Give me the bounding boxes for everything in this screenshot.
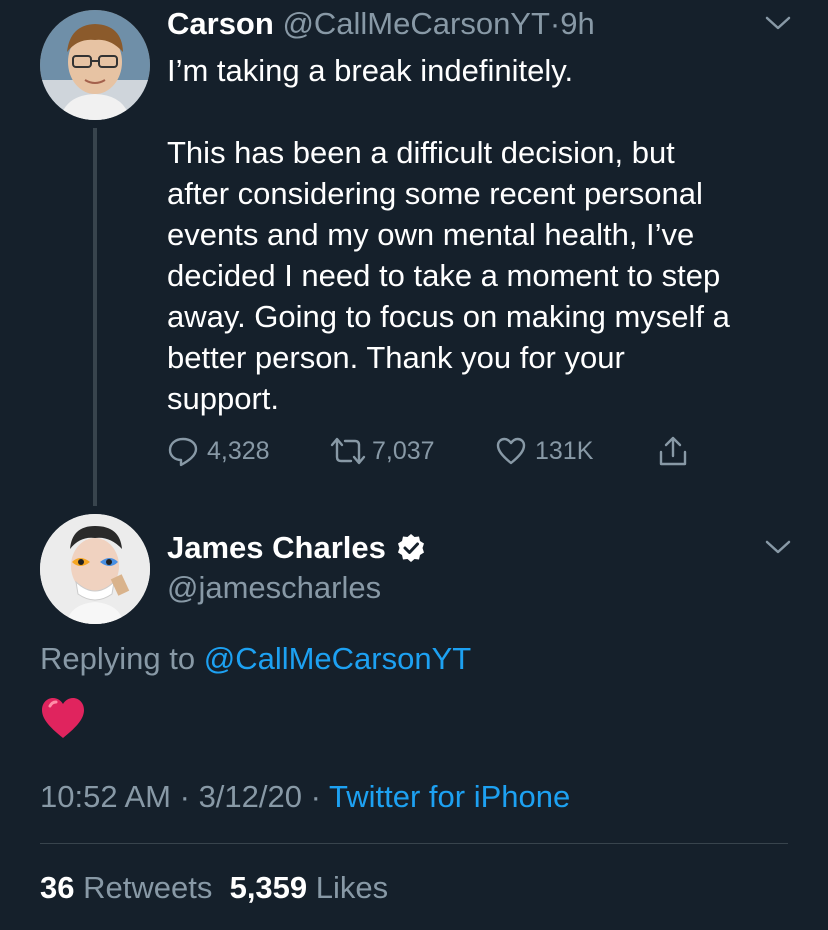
tweet2-stats: 36 Retweets 5,359 Likes [40,870,388,906]
tweet1-line: This has been a difficult decision, but [167,135,675,170]
tweet2-author-name-row: James Charles [167,530,426,566]
tweet1-header: Carson @CallMeCarsonYT·9h [167,6,595,42]
retweets-stat-count: 36 [40,870,75,905]
replying-to: Replying to @CallMeCarsonYT [40,641,471,677]
carson-avatar-image [40,10,150,120]
tweet1-line: after considering some recent personal [167,176,703,211]
share-icon [659,436,687,466]
tweet2-author-handle[interactable]: @jamescharles [167,570,381,606]
tweet1-text: I’m taking a break indefinitely. This ha… [167,50,807,419]
thread-connector-line [93,128,97,506]
tweet2-date: 3/12/20 [198,779,302,814]
tweet2-author-name[interactable]: James Charles [167,530,386,566]
jamescharles-avatar[interactable] [40,514,150,624]
tweet1-author-handle[interactable]: @CallMeCarsonYT [282,6,549,41]
tweet1-line: better person. Thank you for your [167,340,625,375]
tweet1-time[interactable]: 9h [560,6,594,41]
verified-badge-icon [397,534,424,562]
retweet-count: 7,037 [372,436,435,465]
likes-stat-count: 5,359 [229,870,308,905]
tweet1-line: I’m taking a break indefinitely. [167,53,574,88]
share-button[interactable] [656,434,690,468]
retweets-stat-label: Retweets [83,870,213,905]
tweet2-meta: 10:52 AM · 3/12/20 · Twitter for iPhone [40,779,570,815]
tweet1-line: decided I need to take a moment to step [167,258,721,293]
meta-separator: · [310,779,321,814]
retweet-button[interactable]: 7,037 [328,435,435,467]
retweets-stat[interactable]: 36 Retweets [40,870,212,905]
like-count: 131K [535,436,594,465]
reply-button[interactable]: 4,328 [167,435,270,467]
tweet2-text [40,696,86,745]
tweet1-author-name[interactable]: Carson [167,6,274,41]
tweet1-separator: · [549,6,561,41]
likes-stat-label: Likes [315,870,389,905]
red-heart-emoji [42,698,84,738]
chevron-down-icon [765,540,791,554]
retweet-icon [330,437,366,465]
like-button[interactable]: 131K [495,435,593,467]
tweet1-line: away. Going to focus on making myself a [167,299,730,334]
carson-avatar[interactable] [40,10,150,120]
divider [40,843,788,844]
tweet1-line: events and my own mental health, I’ve [167,217,695,252]
tweet2-menu-button[interactable] [764,536,792,558]
tweet1-menu-button[interactable] [764,12,792,34]
tweet2-source-link[interactable]: Twitter for iPhone [329,779,570,814]
replying-to-handle-link[interactable]: @CallMeCarsonYT [204,641,471,676]
chevron-down-icon [765,16,791,30]
tweet1-line: support. [167,381,280,416]
jamescharles-avatar-image [40,514,150,624]
replying-to-label: Replying to [40,641,196,676]
meta-separator: · [179,779,190,814]
tweet2-time: 10:52 AM [40,779,171,814]
heart-icon [496,437,526,465]
reply-count: 4,328 [207,436,270,465]
reply-icon [168,437,198,467]
likes-stat[interactable]: 5,359 Likes [230,870,389,905]
